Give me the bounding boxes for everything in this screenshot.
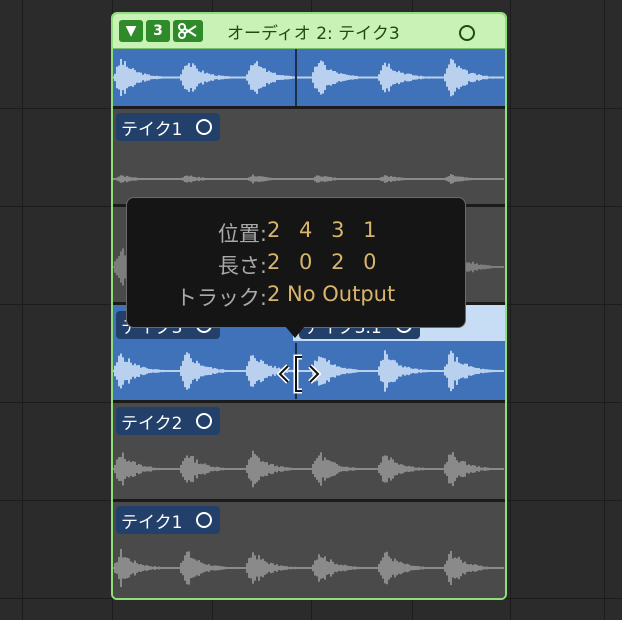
take-menu-circle-icon[interactable] [196,119,213,135]
take-lane[interactable]: テイク1 [113,109,505,204]
take-menu-circle-icon[interactable] [196,413,213,429]
take-lane[interactable]: テイク1 [113,502,505,598]
position-label: 位置: [217,222,267,246]
grid-line [22,0,23,620]
grid-line [604,0,605,620]
take-name: テイク1 [121,512,183,533]
comp-waveform [113,49,504,106]
comp-waveform-lane[interactable] [113,49,505,106]
scissors-icon [178,23,197,39]
length-row: 長さ: 2 0 2 0 [127,250,465,278]
take-label[interactable]: テイク2 [116,407,221,435]
tooltip-pointer [285,326,305,338]
quick-swipe-comping-button[interactable] [173,20,203,42]
comp-title: オーディオ 2: テイク3 [227,24,400,44]
track-row: トラック: 2 No Output [127,282,465,310]
take-menu-circle-icon[interactable] [196,512,213,528]
take-count-button[interactable]: 3 [146,20,170,42]
length-value: 2 0 2 0 [267,250,383,274]
take-folder-header[interactable]: ▼ 3 オーディオ 2: テイク3 [113,14,505,49]
length-label: 長さ: [217,254,267,278]
take-label[interactable]: テイク1 [116,113,221,141]
take-waveform [113,174,504,184]
position-row: 位置: 2 4 3 1 [127,218,465,246]
help-tag-tooltip: 位置: 2 4 3 1 長さ: 2 0 2 0 トラック: 2 No Outpu… [126,197,466,328]
resize-cursor-icon [276,354,322,394]
take-name: テイク2 [121,413,183,434]
position-value: 2 4 3 1 [267,218,383,242]
take-waveform [113,548,504,588]
triangle-down-icon: ▼ [125,23,137,39]
grid-line [510,0,511,620]
track-label: トラック: [175,286,267,310]
disclosure-triangle-button[interactable]: ▼ [119,20,143,42]
take-waveform [113,450,504,488]
take-name: テイク1 [121,119,183,140]
comp-menu-circle-icon[interactable] [459,25,475,41]
take-lane[interactable]: テイク2 [113,403,505,499]
track-value: 2 No Output [267,282,396,306]
take-label[interactable]: テイク1 [116,506,221,534]
